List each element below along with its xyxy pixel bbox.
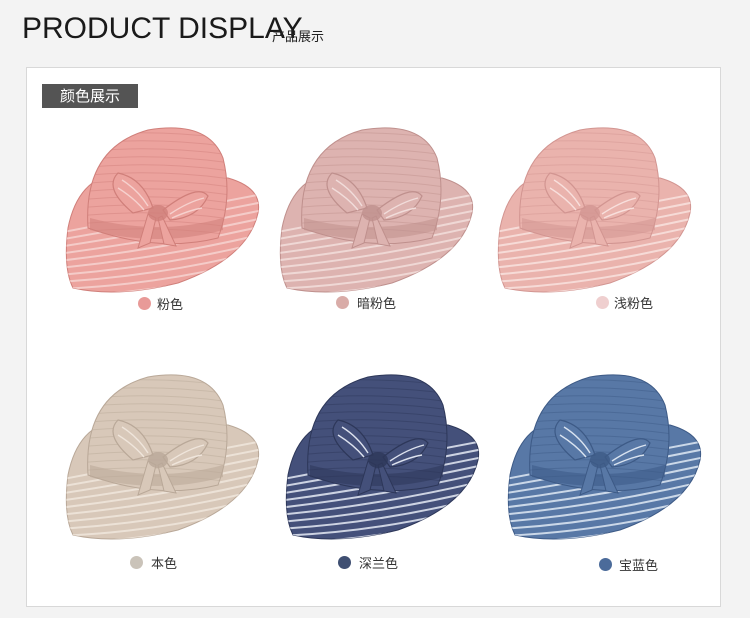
page-subtitle: 产品展示 xyxy=(272,30,325,45)
color-label: 浅粉色 xyxy=(614,297,654,312)
color-dot xyxy=(336,296,349,309)
color-card: 本色 xyxy=(58,365,268,572)
color-label: 宝蓝色 xyxy=(619,559,659,574)
color-dot xyxy=(599,558,612,571)
hat-photo xyxy=(278,365,488,540)
color-swatch-row: 浅粉色 xyxy=(490,293,700,313)
color-swatch-row: 本色 xyxy=(58,553,268,573)
color-swatch-row: 深兰色 xyxy=(278,553,488,573)
color-card: 宝蓝色 xyxy=(500,365,710,574)
color-swatch-row: 粉色 xyxy=(58,294,268,314)
hat-image xyxy=(65,127,260,293)
page-header: PRODUCT DISPLAY 产品展示 xyxy=(0,0,750,58)
color-swatch-row: 暗粉色 xyxy=(272,293,482,313)
color-label: 粉色 xyxy=(157,298,184,313)
hat-image xyxy=(497,127,692,293)
color-dot xyxy=(338,556,351,569)
hat-image xyxy=(65,374,260,540)
hat-image xyxy=(279,127,474,293)
section-tag: 颜色展示 xyxy=(42,84,138,108)
color-label: 深兰色 xyxy=(359,557,399,572)
color-label: 本色 xyxy=(151,557,178,572)
hat-photo xyxy=(58,118,268,293)
hat-image xyxy=(285,374,480,540)
color-label: 暗粉色 xyxy=(357,297,397,312)
hat-photo xyxy=(500,365,710,540)
color-card: 深兰色 xyxy=(278,365,488,572)
color-swatch-row: 宝蓝色 xyxy=(500,555,710,575)
page-title: PRODUCT DISPLAY xyxy=(22,12,303,45)
hat-photo xyxy=(490,118,700,293)
color-card: 粉色 xyxy=(58,118,268,318)
color-dot xyxy=(138,297,151,310)
hat-photo xyxy=(272,118,482,293)
hat-photo xyxy=(58,365,268,540)
color-dot xyxy=(130,556,143,569)
color-card: 浅粉色 xyxy=(490,118,700,318)
color-card: 暗粉色 xyxy=(272,118,482,318)
color-dot xyxy=(596,296,609,309)
hat-image xyxy=(507,374,702,540)
